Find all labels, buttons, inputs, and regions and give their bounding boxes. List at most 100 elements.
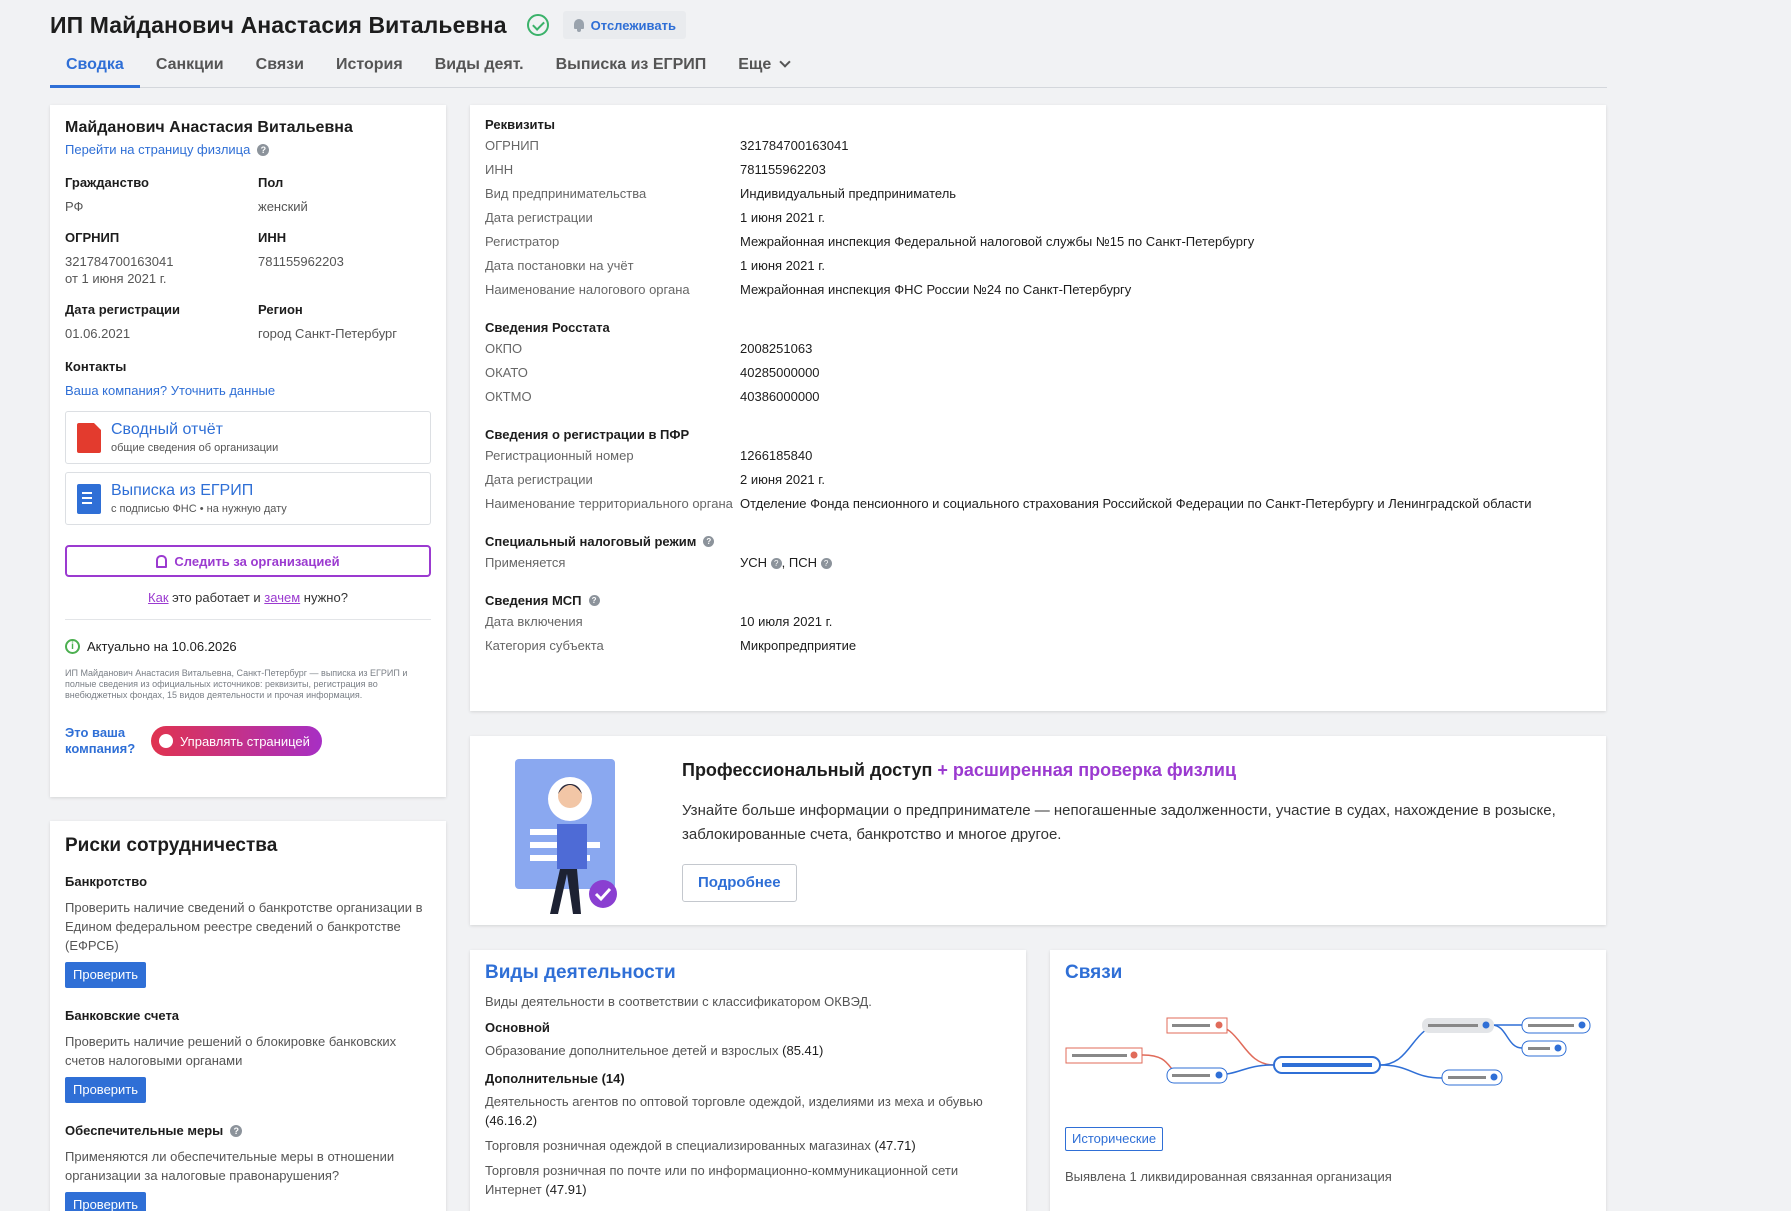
actual-date: Актуально на 10.06.2026 (87, 639, 237, 654)
gender-value: женский (258, 199, 308, 214)
track-label: Отслеживать (590, 17, 676, 33)
region-value: город Санкт-Петербург (258, 326, 398, 341)
tab-sanctions[interactable]: Санкции (140, 52, 240, 88)
tab-history[interactable]: История (320, 52, 419, 88)
extra-activity-code: (47.71) (874, 1138, 916, 1153)
egrip-extract-title: Выписка из ЕГРИП (111, 482, 254, 499)
check-bankruptcy-button[interactable]: Проверить (65, 962, 147, 988)
help-icon[interactable]: ? (770, 558, 782, 570)
summary-card: Майданович Анастасия Витальевна Перейти … (50, 105, 446, 797)
reg-date-value: 01.06.2021 (65, 326, 131, 341)
help-icon[interactable]: ? (230, 1124, 243, 1137)
msp-row: Категория субъекта Микропредприятие (485, 636, 1591, 660)
promo-title: Профессиональный доступ + расширенная пр… (682, 760, 1236, 781)
requisites-key: Регистратор (485, 234, 560, 249)
risk-bankruptcy-text: Проверить наличие сведений о банкротстве… (65, 900, 423, 953)
summary-report-button[interactable]: Сводный отчёт общие сведения об организа… (65, 411, 431, 464)
egrip-extract-button[interactable]: Выписка из ЕГРИП с подписью ФНС • на нуж… (65, 472, 431, 525)
is-your-company-link[interactable]: Это ваша компания? (65, 725, 137, 757)
manage-row: Это ваша компания? Управлять страницей (65, 725, 431, 757)
manage-label: Управлять страницей (180, 733, 310, 749)
region-field: Регион город Санкт-Петербург (258, 302, 418, 357)
gender-label: Пол (258, 175, 284, 190)
requisites-key: ОГРНИП (485, 138, 539, 153)
summary-report-text: Сводный отчёт общие сведения об организа… (111, 421, 278, 454)
requisites-section: Реквизиты ОГРНИП 321784700163041 ИНН 781155… (485, 117, 1591, 304)
pfr-value: 2 июня 2021 г. (740, 472, 825, 487)
person-link-row: Перейти на страницу физлица ? (65, 142, 431, 157)
tab-egrip[interactable]: Выписка из ЕГРИП (540, 52, 723, 88)
requisites-value: 321784700163041 (740, 138, 849, 153)
risk-bankruptcy-title: Банкротство (65, 874, 148, 889)
msp-header: Сведения МСП? (485, 593, 1591, 608)
person-name: Майданович Анастасия Витальевна (65, 119, 353, 136)
manage-icon (159, 734, 173, 748)
manage-page-button[interactable]: Управлять страницей (151, 726, 322, 756)
reg-date-field: Дата регистрации 01.06.2021 (65, 302, 258, 357)
main-activity: Образование дополнительное детей и взрос… (485, 1041, 1011, 1060)
requisites-key: Дата регистрации (485, 210, 593, 225)
extra-activity: Торговля розничная по почте или по инфор… (485, 1161, 1011, 1199)
tax-title: Специальный налоговый режим (485, 534, 697, 549)
help-icon[interactable]: ? (257, 143, 270, 156)
risk-accounts-text: Проверить наличие решений о блокировке б… (65, 1034, 397, 1068)
activities-desc: Виды деятельности в соответствии с класс… (485, 994, 872, 1009)
tab-more[interactable]: Еще (722, 52, 805, 88)
help-icon[interactable]: ? (703, 536, 715, 547)
msp-value: Микропредприятие (740, 638, 857, 653)
how-text-1: это работает и (168, 590, 265, 605)
extra-activities-label: Дополнительные (14) (485, 1071, 625, 1086)
requisites-row: ОГРНИП 321784700163041 (485, 136, 1591, 160)
pfr-row: Дата регистрации 2 июня 2021 г. (485, 470, 1591, 494)
activities-title[interactable]: Виды деятельности (485, 962, 1011, 984)
tax-usn: УСН (740, 555, 768, 570)
requisites-row: Регистратор Межрайонная инспекция Федерал… (485, 232, 1591, 256)
summary-report-title: Сводный отчёт (111, 421, 223, 438)
why-link[interactable]: зачем (264, 590, 300, 605)
risk-measures-text: Применяются ли обеспечительные меры в от… (65, 1149, 395, 1183)
person-page-link[interactable]: Перейти на страницу физлица (65, 142, 250, 157)
risk-measures-header: Обеспечительные меры? (65, 1123, 431, 1138)
tax-header: Специальный налоговый режим? (485, 534, 1591, 549)
ogrnip-field: ОГРНИП 321784700163041 от 1 июня 2021 г. (65, 230, 258, 302)
ogrnip-value-block: 321784700163041 от 1 июня 2021 г. (65, 253, 258, 287)
tab-summary[interactable]: Сводка (50, 52, 140, 88)
tax-row: Применяется УСН ?, ПСН ? (485, 553, 1591, 577)
check-measures-button[interactable]: Проверить (65, 1192, 147, 1211)
risks-title: Риски сотрудничества (65, 835, 278, 856)
check-accounts-button[interactable]: Проверить (65, 1077, 147, 1103)
historical-button[interactable]: Исторические (1065, 1127, 1164, 1151)
follow-organization-button[interactable]: Следить за организацией (65, 545, 431, 577)
promo-title-accent: + расширенная проверка физлиц (932, 760, 1237, 780)
pfr-key: Дата регистрации (485, 472, 593, 487)
egrip-extract-text: Выписка из ЕГРИП с подписью ФНС • на нуж… (111, 482, 287, 515)
tab-activities[interactable]: Виды деят. (419, 52, 540, 88)
pfr-value: 1266185840 (740, 448, 813, 463)
main-activity-code: (85.41) (782, 1043, 824, 1058)
pfr-row: Наименование территориального органа Отде… (485, 494, 1591, 518)
msp-key: Дата включения (485, 614, 583, 629)
more-details-button[interactable]: Подробнее (682, 864, 797, 902)
how-text-2: нужно? (300, 590, 348, 605)
links-title[interactable]: Связи (1065, 962, 1591, 984)
bell-icon (573, 18, 585, 32)
ogrnip-label: ОГРНИП (65, 230, 120, 245)
citizenship-value: РФ (65, 199, 84, 214)
how-link[interactable]: Как (148, 590, 169, 605)
rosstat-row: ОКАТО 40285000000 (485, 363, 1591, 387)
requisites-value: 1 июня 2021 г. (740, 210, 825, 225)
activities-card: Виды деятельности Виды деятельности в со… (470, 950, 1026, 1211)
track-button[interactable]: Отслеживать (562, 11, 686, 39)
tab-links[interactable]: Связи (240, 52, 320, 88)
msp-title: Сведения МСП (485, 593, 582, 608)
follow-label: Следить за организацией (174, 553, 340, 569)
help-icon[interactable]: ? (820, 558, 832, 570)
requisites-value: 1 июня 2021 г. (740, 258, 825, 273)
tax-key: Применяется (485, 555, 566, 570)
chevron-down-icon (779, 56, 791, 68)
tabs: Сводка Санкции Связи История Виды деят. … (50, 52, 1607, 88)
help-icon[interactable]: ? (588, 595, 600, 606)
inn-field: ИНН 781155962203 (258, 230, 418, 302)
clarify-data-link[interactable]: Ваша компания? Уточнить данные (65, 383, 275, 398)
info-icon: i (65, 639, 80, 654)
